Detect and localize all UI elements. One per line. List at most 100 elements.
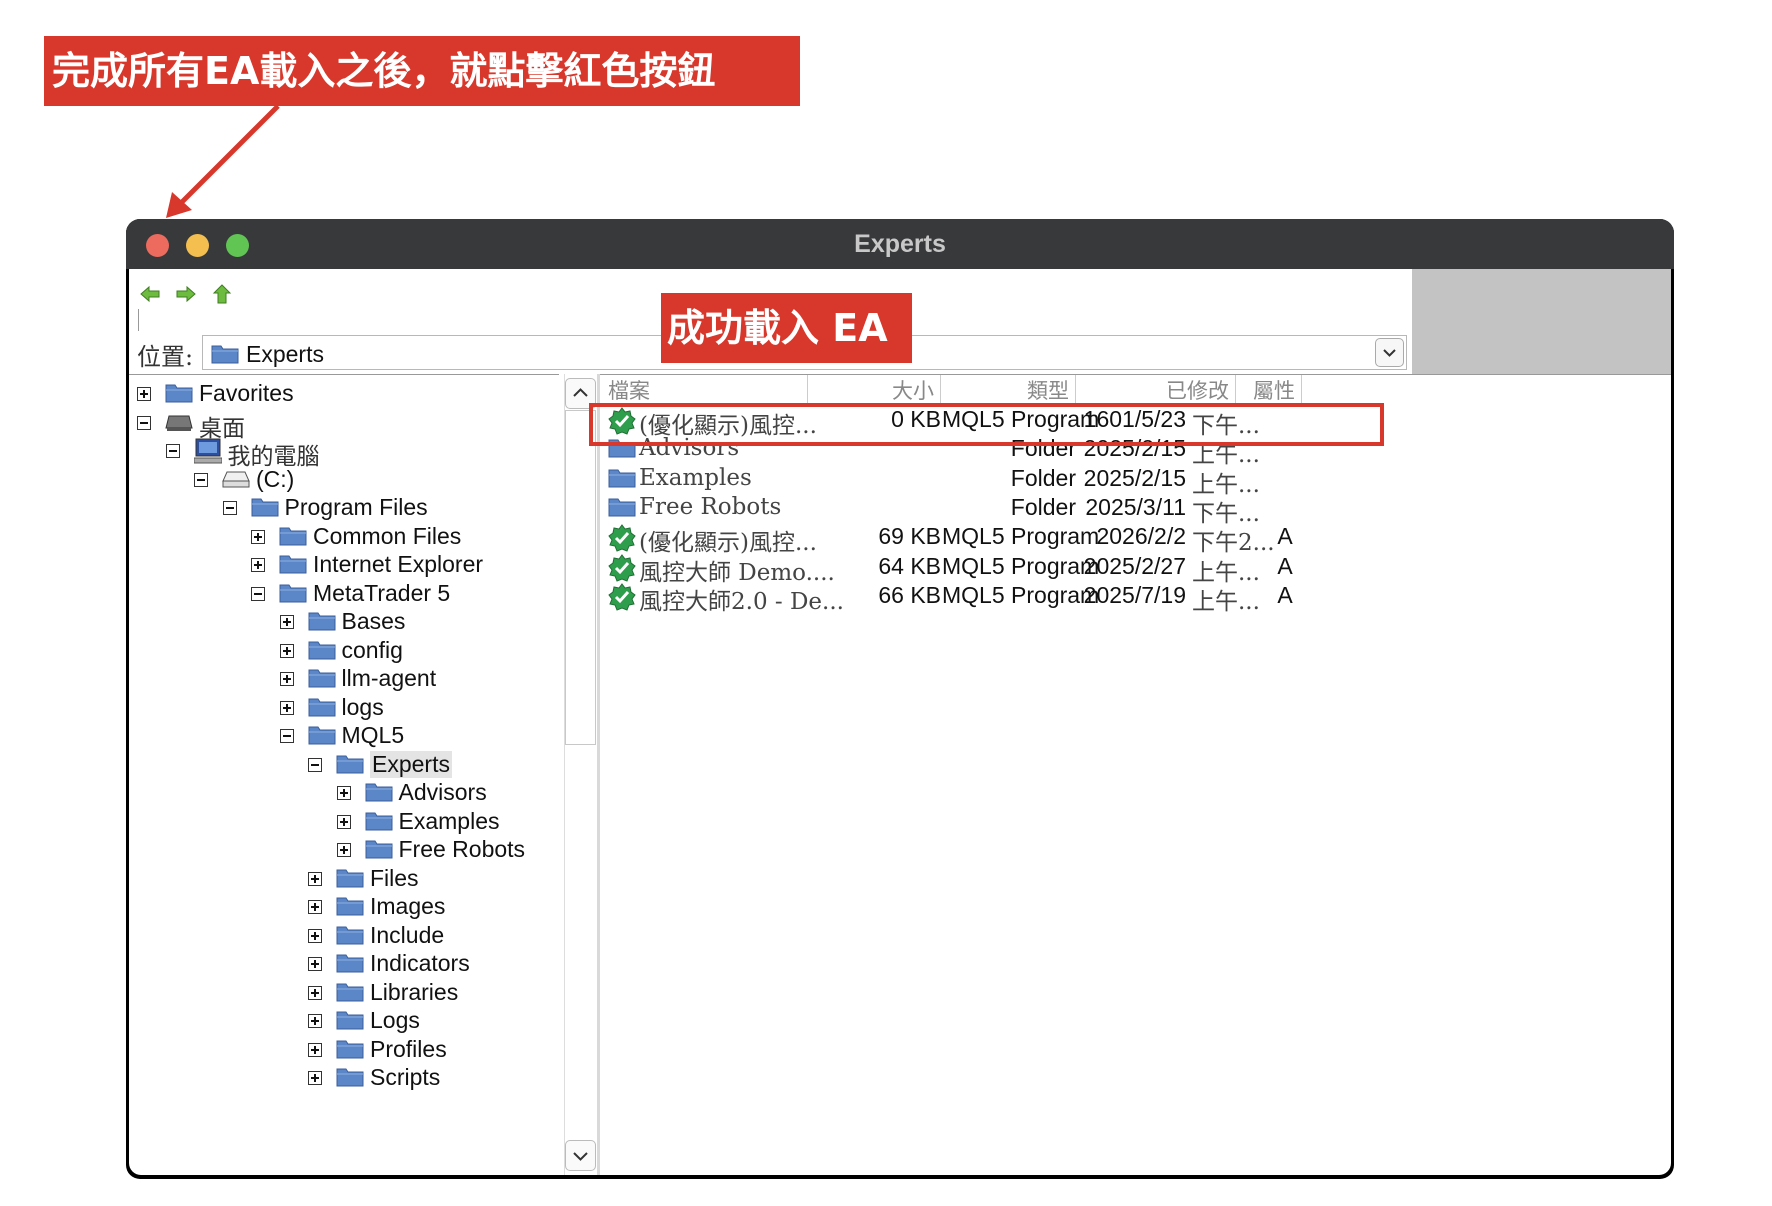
- expand-icon[interactable]: [308, 1014, 322, 1028]
- tree-item-label: Profiles: [370, 1035, 447, 1062]
- folder-icon: [336, 983, 364, 1001]
- instruction-callout: 完成所有EA載入之後，就點擊紅色按鈕: [44, 36, 800, 106]
- file-type: MQL5 Program: [942, 523, 1100, 550]
- expand-icon[interactable]: [251, 558, 265, 572]
- file-list-header: 檔案 大小 類型 已修改 屬性: [600, 375, 1390, 405]
- file-date: 2025/2/27: [1083, 552, 1186, 579]
- nav-toolbar: [135, 275, 335, 331]
- folder-icon: [336, 1040, 364, 1058]
- tree-item-label: Logs: [370, 1007, 420, 1033]
- expand-icon[interactable]: [308, 871, 322, 886]
- title-bar: Experts: [126, 219, 1674, 269]
- file-row[interactable]: Examples Folder 2025/2/15 上午...: [600, 464, 1660, 498]
- up-arrow-icon[interactable]: [211, 283, 233, 305]
- expand-icon[interactable]: [336, 843, 351, 857]
- folder-icon: [308, 669, 335, 688]
- file-size: 64 KB: [878, 552, 941, 579]
- location-dropdown-button[interactable]: [1375, 338, 1404, 367]
- tree-item-label: Libraries: [370, 978, 459, 1005]
- tree-item-label: Experts: [370, 750, 452, 778]
- expand-icon[interactable]: [279, 643, 294, 658]
- expand-icon[interactable]: [308, 1071, 322, 1085]
- expand-icon[interactable]: [308, 957, 322, 971]
- expand-icon[interactable]: [279, 700, 294, 715]
- file-date: 2026/2/2: [1096, 523, 1186, 550]
- collapse-icon[interactable]: [165, 444, 180, 458]
- folder-icon: [279, 527, 307, 545]
- file-name: Free Robots: [639, 493, 782, 520]
- expand-icon[interactable]: [279, 615, 294, 629]
- tree-item-label: Free Robots: [398, 836, 526, 862]
- expand-icon[interactable]: [336, 786, 351, 800]
- expand-icon[interactable]: [251, 529, 265, 544]
- collapse-icon[interactable]: [308, 757, 322, 772]
- tree-item-label: Images: [370, 893, 446, 919]
- folder-tree: Favorites 桌面 我的電腦 (C:) Program Files Common F…: [129, 374, 559, 1175]
- file-type: Folder: [1010, 464, 1076, 491]
- folder-icon: [336, 897, 364, 916]
- back-arrow-icon[interactable]: [139, 283, 161, 305]
- collapse-icon[interactable]: [279, 729, 294, 743]
- tree-item-label: Indicators: [370, 950, 470, 976]
- loaded-ea-highlight: [589, 403, 1384, 446]
- file-row[interactable]: (優化顯示)風控... 69 KB MQL5 Program 2026/2/2 下午2.…: [600, 522, 1660, 556]
- location-value: Experts: [246, 341, 324, 367]
- expand-icon[interactable]: [137, 387, 151, 401]
- file-size: 66 KB: [878, 581, 941, 608]
- expand-icon[interactable]: [308, 1042, 322, 1057]
- file-row[interactable]: Free Robots Folder 2025/3/11 下午...: [600, 493, 1660, 527]
- chevron-down-icon: [573, 1152, 588, 1161]
- tree-item-label: config: [341, 636, 403, 663]
- file-row[interactable]: 風控大師2.0 - De... 66 KB MQL5 Program 2025/7/1…: [600, 581, 1660, 615]
- column-header-modified[interactable]: 已修改: [1076, 375, 1236, 405]
- computer-icon: [193, 438, 222, 464]
- tree-item-label: Scripts: [370, 1064, 441, 1090]
- column-header-type[interactable]: 類型: [941, 375, 1076, 405]
- tree-item-label: MetaTrader 5: [313, 579, 451, 606]
- tree-scrollbar[interactable]: [564, 374, 598, 1175]
- collapse-icon[interactable]: [251, 586, 265, 601]
- folder-icon: [211, 345, 239, 364]
- file-attributes: A: [1277, 552, 1293, 579]
- folder-icon: [279, 555, 307, 574]
- file-time: 上午...: [1192, 588, 1260, 615]
- ea-program-icon: [608, 524, 636, 552]
- collapse-icon[interactable]: [137, 415, 151, 430]
- file-date: 2025/3/11: [1085, 493, 1186, 520]
- scroll-thumb[interactable]: [565, 410, 596, 745]
- file-type: MQL5 Program: [942, 581, 1100, 608]
- expand-icon[interactable]: [336, 814, 351, 829]
- file-row[interactable]: 風控大師 Demo.... 64 KB MQL5 Program 2025/2/27 上…: [600, 552, 1660, 586]
- folder-icon: [336, 869, 364, 887]
- tree-item-label: MQL5: [341, 722, 405, 748]
- folder-icon: [336, 1068, 364, 1087]
- chevron-down-icon: [1383, 349, 1396, 357]
- tree-item-label: Internet Explorer: [313, 551, 484, 577]
- tree-item-label: Advisors: [398, 779, 487, 805]
- collapse-icon[interactable]: [222, 501, 237, 515]
- column-header-attributes[interactable]: 屬性: [1236, 375, 1302, 405]
- tree-item-label: Common Files: [313, 522, 462, 549]
- expand-icon[interactable]: [279, 672, 294, 686]
- tree-item-label: llm-agent: [341, 665, 437, 691]
- tree-item-label: (C:): [256, 465, 295, 492]
- location-label: 位置:: [137, 343, 194, 371]
- collapse-icon[interactable]: [194, 472, 208, 487]
- expand-icon[interactable]: [308, 900, 322, 914]
- file-list: 檔案 大小 類型 已修改 屬性 (優化顯示)風控... 0 KB MQL5 Prog…: [600, 374, 1671, 1175]
- column-header-size[interactable]: 大小: [808, 375, 941, 405]
- file-type: MQL5 Program: [942, 552, 1100, 579]
- file-attributes: A: [1277, 581, 1293, 608]
- scroll-down-button[interactable]: [565, 1140, 596, 1171]
- file-type: Folder: [1010, 493, 1076, 520]
- folder-icon: [251, 498, 278, 517]
- folder-icon: [308, 641, 335, 659]
- file-size: 69 KB: [878, 523, 941, 550]
- tree-item-label: Examples: [398, 807, 500, 834]
- folder-icon: [336, 954, 364, 973]
- expand-icon[interactable]: [308, 985, 322, 1000]
- forward-arrow-icon[interactable]: [175, 283, 197, 305]
- folder-icon: [308, 698, 335, 716]
- expand-icon[interactable]: [308, 928, 322, 943]
- column-header-name[interactable]: 檔案: [608, 375, 808, 405]
